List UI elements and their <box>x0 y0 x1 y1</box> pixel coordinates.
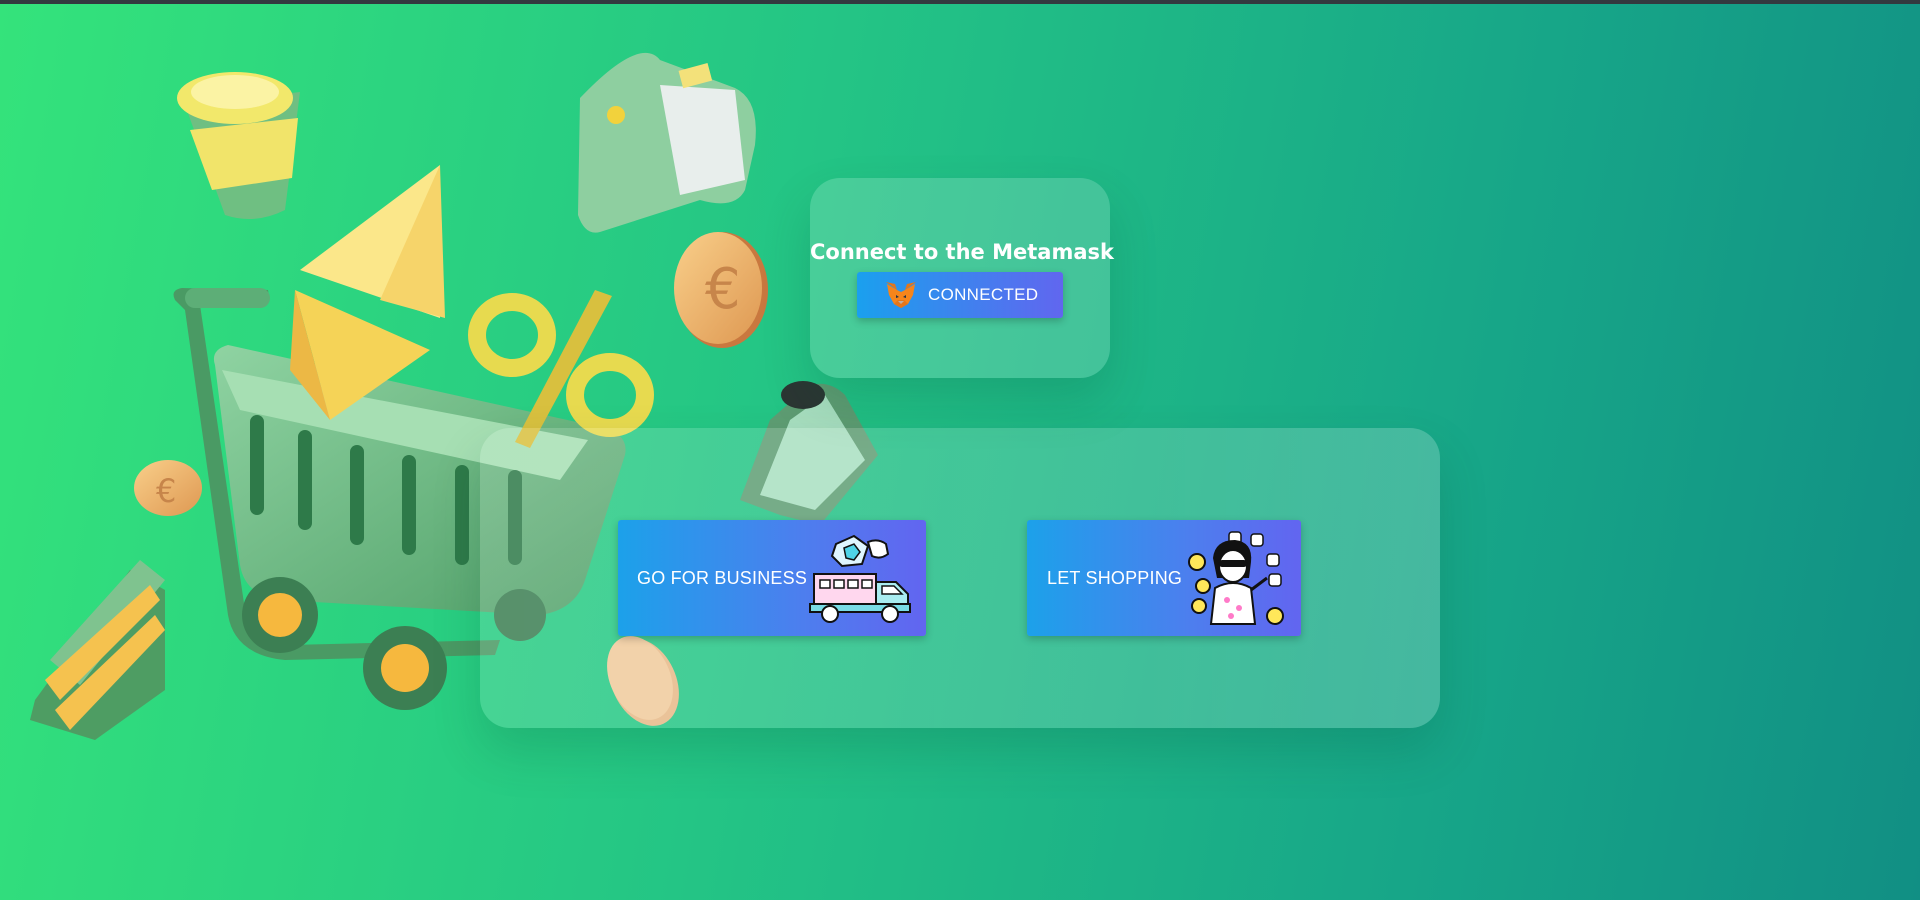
go-for-business-label: GO FOR BUSINESS <box>637 568 808 588</box>
window-top-strip <box>0 0 1920 4</box>
let-shopping-label: LET SHOPPING <box>1047 568 1183 588</box>
coin-illustration: € <box>134 460 202 516</box>
coffee-cup-illustration <box>177 72 300 219</box>
metamask-connected-button[interactable]: CONNECTED <box>857 272 1063 318</box>
go-for-business-button[interactable]: GO FOR BUSINESS <box>618 520 926 636</box>
svg-text:€: € <box>156 472 176 510</box>
svg-text:€: € <box>705 257 741 322</box>
ethereum-diamond-illustration <box>290 165 445 420</box>
cash-stack-illustration <box>30 560 165 740</box>
connect-title: Connect to the Metamask <box>810 240 1114 264</box>
percent-sign-illustration <box>468 290 654 448</box>
shopper-icon <box>1188 531 1284 625</box>
coin-illustration: € <box>674 232 768 348</box>
wallet-illustration <box>578 52 756 233</box>
delivery-truck-icon <box>809 534 911 623</box>
connected-label: CONNECTED <box>928 285 1039 304</box>
connect-panel: Connect to the Metamask CONNECTED <box>810 178 1114 378</box>
let-shopping-button[interactable]: LET SHOPPING <box>1027 520 1301 636</box>
actions-panel: GO FOR BUSINESS LET SHOPPING <box>480 428 1440 728</box>
metamask-fox-icon <box>884 280 918 310</box>
